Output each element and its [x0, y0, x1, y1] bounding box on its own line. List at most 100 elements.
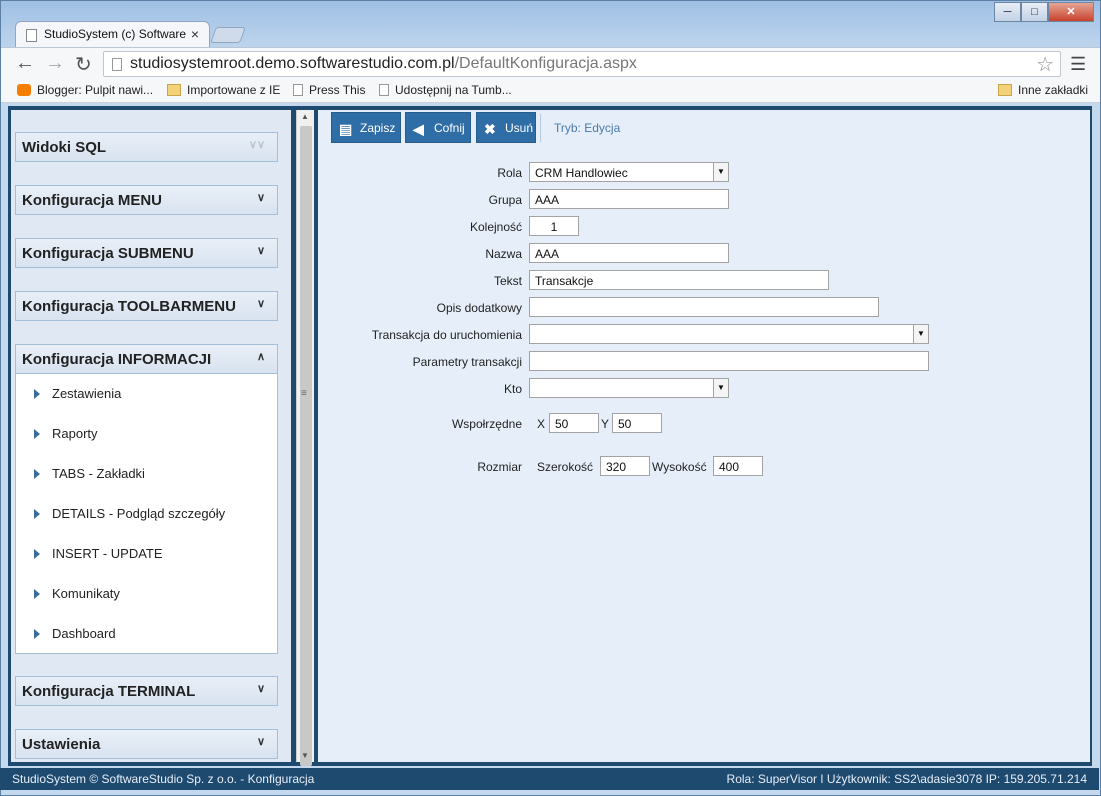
sidebar-item-komunikaty[interactable]: Komunikaty — [16, 586, 120, 608]
sidebar-item-label: Dashboard — [52, 626, 116, 641]
close-tab-icon[interactable]: × — [191, 26, 199, 42]
rola-select[interactable]: CRM Handlowiec ▼ — [529, 162, 729, 182]
arrow-right-icon — [34, 629, 40, 639]
sidebar-item-label: DETAILS - Podgląd szczegóły — [52, 506, 226, 521]
save-button[interactable]: ▤ Zapisz — [331, 112, 401, 143]
section-label: Konfiguracja MENU — [22, 192, 163, 209]
section-label: Konfiguracja TOOLBARMENU — [22, 298, 236, 315]
sidebar-item-tabs[interactable]: TABS - Zakładki — [16, 466, 145, 488]
toolbar-divider — [540, 114, 541, 142]
forward-icon[interactable]: → — [45, 52, 65, 75]
kto-label: Kto — [503, 382, 522, 396]
nazwa-input[interactable]: AAA — [529, 243, 729, 263]
undo-button[interactable]: ◀ Cofnij — [405, 112, 471, 143]
wspolrzedne-label: Wspołrzędne — [451, 417, 522, 431]
star-icon[interactable]: ☆ — [1036, 52, 1054, 77]
sidebar-item-dashboard[interactable]: Dashboard — [16, 626, 116, 648]
browser-tab[interactable]: StudioSystem (c) Software × — [15, 21, 210, 47]
grupa-label: Grupa — [488, 193, 522, 207]
close-window-button[interactable]: ✕ — [1048, 2, 1094, 22]
sidebar-item-insert-update[interactable]: INSERT - UPDATE — [16, 546, 163, 568]
x-label: X — [537, 417, 546, 431]
dropdown-arrow-icon[interactable]: ▼ — [713, 163, 728, 181]
kolejnosc-input[interactable]: 1 — [529, 216, 579, 236]
x-input[interactable]: 50 — [549, 413, 599, 433]
transakcja-label: Transakcja do uruchomienia — [371, 328, 522, 342]
sidebar-scrollbar[interactable]: ▲ ≡ ▼ — [296, 110, 314, 766]
scroll-down-icon[interactable]: ▼ — [301, 751, 309, 760]
transakcja-select[interactable]: ▼ — [529, 324, 929, 344]
section-konfiguracja-submenu[interactable]: Konfiguracja SUBMENU ∨ — [15, 238, 278, 268]
tab-title: StudioSystem (c) Software — [44, 27, 187, 41]
kto-select[interactable]: ▼ — [529, 378, 729, 398]
sidebar-item-zestawienia[interactable]: Zestawienia — [16, 386, 121, 408]
section-body-informacji: Zestawienia Raporty TABS - Zakładki DETA… — [15, 374, 278, 654]
close-icon: ✖ — [484, 121, 496, 137]
scroll-up-icon[interactable]: ▲ — [301, 112, 309, 121]
arrow-right-icon — [34, 509, 40, 519]
minimize-button[interactable]: ─ — [994, 2, 1021, 22]
arrow-right-icon — [34, 469, 40, 479]
floppy-icon: ▤ — [339, 121, 353, 137]
maximize-button[interactable]: □ — [1021, 2, 1048, 22]
other-bookmarks[interactable]: Inne zakładki — [998, 83, 1088, 97]
scrollbar-thumb[interactable] — [300, 126, 312, 766]
bookmark-folder-ie[interactable]: Importowane z IE — [167, 83, 280, 97]
wysokosc-input[interactable]: 400 — [713, 456, 763, 476]
kolejnosc-value: 1 — [550, 220, 558, 234]
sidebar-item-label: Komunikaty — [52, 586, 120, 601]
chevron-up-icon: ∧ — [256, 351, 265, 363]
bookmark-press-this[interactable]: Press This — [293, 83, 365, 97]
tekst-input[interactable]: Transakcje — [529, 270, 829, 290]
tekst-label: Tekst — [493, 274, 522, 288]
sidebar-item-label: TABS - Zakładki — [52, 466, 145, 481]
chevron-down-icon: ∨ — [256, 683, 265, 695]
bookmark-label: Inne zakładki — [1018, 83, 1089, 97]
section-konfiguracja-menu[interactable]: Konfiguracja MENU ∨ — [15, 185, 278, 215]
bookmark-blogger[interactable]: Blogger: Pulpit nawi... — [17, 83, 153, 97]
opis-input[interactable] — [529, 297, 879, 317]
tekst-value: Transakcje — [535, 274, 594, 288]
rola-value: CRM Handlowiec — [535, 166, 628, 180]
page-icon — [26, 29, 37, 42]
szerokosc-input[interactable]: 320 — [600, 456, 650, 476]
parametry-input[interactable] — [529, 351, 929, 371]
arrow-right-icon — [34, 549, 40, 559]
status-right-text: Rola: SuperVisor ǀ Użytkownik: SS2\adasi… — [726, 772, 1087, 786]
sidebar-item-raporty[interactable]: Raporty — [16, 426, 98, 448]
chevron-down-icon: ∨ — [256, 736, 265, 748]
rola-label: Rola — [497, 166, 522, 180]
back-icon[interactable]: ← — [15, 52, 35, 75]
grupa-input[interactable]: AAA — [529, 189, 729, 209]
section-konfiguracja-informacji[interactable]: Konfiguracja INFORMACJI ∧ — [15, 344, 278, 374]
bookmark-label: Udostępnij na Tumb... — [395, 83, 512, 97]
new-tab-button[interactable] — [210, 27, 246, 43]
page-icon — [112, 58, 122, 71]
delete-button[interactable]: ✖ Usuń — [476, 112, 536, 143]
section-konfiguracja-toolbarmenu[interactable]: Konfiguracja TOOLBARMENU ∨ — [15, 291, 278, 321]
dropdown-arrow-icon[interactable]: ▼ — [713, 379, 728, 397]
delete-label: Usuń — [505, 121, 534, 135]
parametry-label: Parametry transakcji — [412, 355, 522, 369]
reload-icon[interactable]: ↻ — [75, 52, 92, 77]
address-bar[interactable]: studiosystemroot.demo.softwarestudio.com… — [103, 51, 1061, 77]
bookmark-tumblr[interactable]: Udostępnij na Tumb... — [379, 83, 512, 97]
grupa-value: AAA — [535, 193, 560, 207]
section-ustawienia[interactable]: Ustawienia ∨ — [15, 729, 278, 759]
page-icon — [293, 84, 303, 96]
main-panel: ▤ Zapisz ◀ Cofnij ✖ Usuń Tryb: Edycja Rola … — [318, 110, 1090, 762]
szerokosc-label: Szerokość — [537, 460, 594, 474]
section-label: Konfiguracja SUBMENU — [22, 245, 194, 262]
sidebar-item-label: INSERT - UPDATE — [52, 546, 163, 561]
dropdown-arrow-icon[interactable]: ▼ — [913, 325, 928, 343]
folder-icon — [167, 84, 181, 96]
sidebar-item-details[interactable]: DETAILS - Podgląd szczegóły — [16, 506, 225, 528]
arrow-right-icon — [34, 589, 40, 599]
chevron-down-icon: ∨ — [256, 192, 265, 204]
section-konfiguracja-terminal[interactable]: Konfiguracja TERMINAL ∨ — [15, 676, 278, 706]
section-widoki-sql[interactable]: Widoki SQL ∨∨ — [15, 132, 278, 162]
menu-icon[interactable]: ☰ — [1070, 54, 1086, 75]
splitter-grip-icon[interactable]: ≡ — [301, 388, 307, 399]
opis-label: Opis dodatkowy — [436, 301, 522, 315]
y-input[interactable]: 50 — [612, 413, 662, 433]
